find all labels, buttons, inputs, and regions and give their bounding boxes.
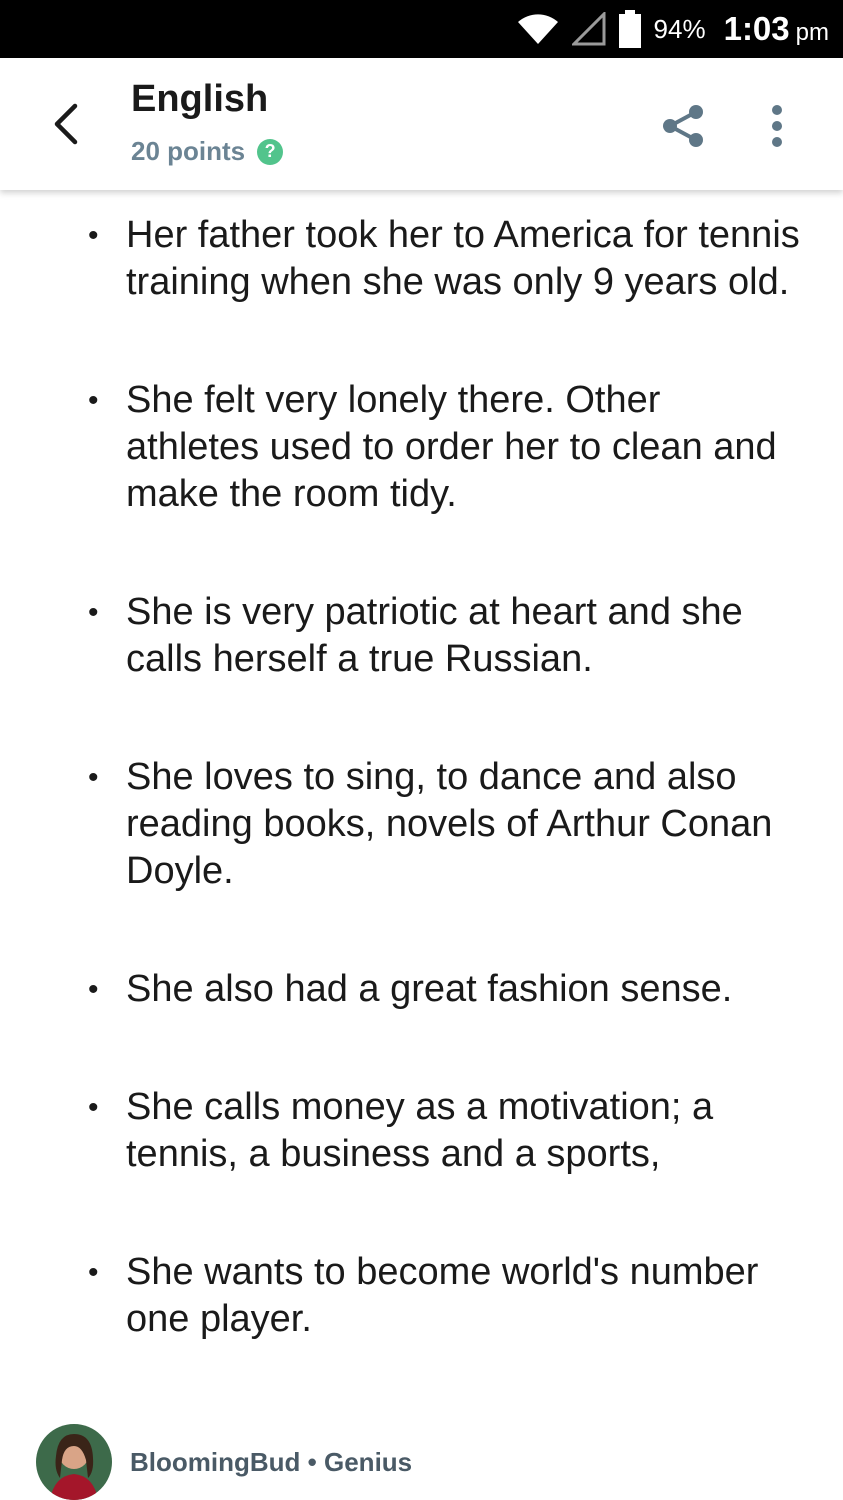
- status-bar: 94% 1:03 pm: [0, 0, 843, 58]
- author-row[interactable]: BloomingBud • Genius: [36, 1424, 412, 1500]
- author-line: BloomingBud • Genius: [130, 1447, 412, 1478]
- share-button[interactable]: [655, 98, 711, 154]
- author-separator: •: [307, 1446, 317, 1477]
- avatar[interactable]: [36, 1424, 112, 1500]
- more-vert-icon: [772, 105, 782, 147]
- share-icon: [663, 105, 703, 147]
- battery-percent: 94%: [653, 13, 706, 44]
- author-rank: Genius: [324, 1446, 413, 1477]
- list-item: Her father took her to America for tenni…: [88, 212, 803, 306]
- wifi-icon: [516, 12, 560, 46]
- app-header: English 20 points ?: [0, 58, 843, 190]
- list-item: She wants to become world's number one p…: [88, 1249, 803, 1343]
- list-item: She calls money as a motivation; a tenni…: [88, 1084, 803, 1178]
- more-options-button[interactable]: [752, 98, 802, 154]
- answer-bullet-list: Her father took her to America for tenni…: [88, 212, 803, 1343]
- back-arrow-icon: [54, 103, 78, 145]
- answer-content: Her father took her to America for tenni…: [0, 190, 843, 1410]
- clock-time: 1:03: [723, 10, 790, 47]
- back-button[interactable]: [36, 94, 96, 154]
- points-row: 20 points ?: [131, 136, 284, 167]
- list-item: She felt very lonely there. Other athlet…: [88, 377, 803, 518]
- list-item: She loves to sing, to dance and also rea…: [88, 754, 803, 895]
- clock: 1:03 pm: [724, 10, 829, 48]
- help-icon[interactable]: ?: [257, 138, 284, 165]
- page-title: English: [131, 78, 269, 120]
- clock-ampm: pm: [795, 19, 829, 46]
- list-item: She also had a great fashion sense.: [88, 966, 803, 1013]
- list-item: She is very patriotic at heart and she c…: [88, 589, 803, 683]
- cell-signal-icon: [571, 12, 606, 46]
- points-label: 20 points: [131, 136, 246, 166]
- battery-icon: [618, 10, 642, 48]
- author-name[interactable]: BloomingBud: [130, 1447, 300, 1477]
